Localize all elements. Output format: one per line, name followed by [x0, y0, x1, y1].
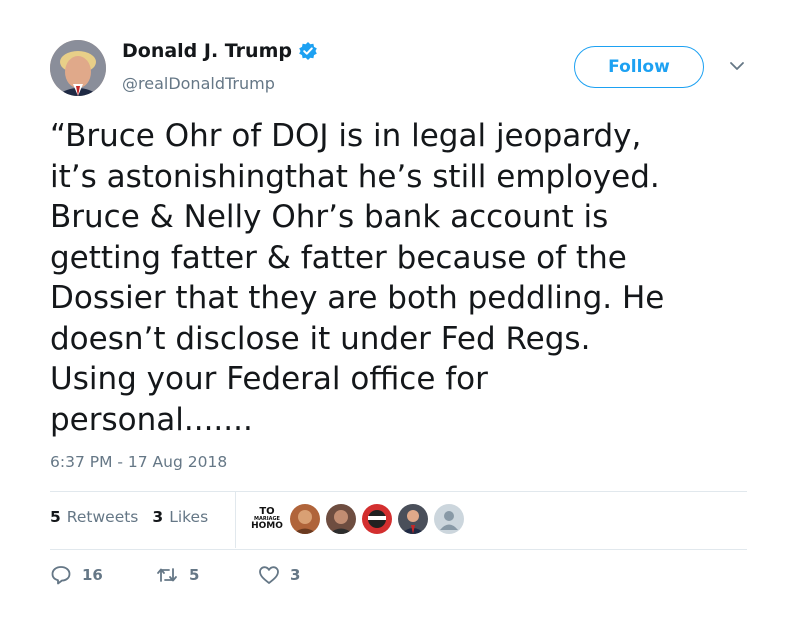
liker-avatar[interactable]: [290, 504, 320, 534]
like-count: 3: [290, 566, 301, 584]
liker-avatars: TO MARIAGE HOMO: [248, 504, 470, 534]
tweet-stats: 5 Retweets 3 Likes: [50, 508, 208, 526]
like-button[interactable]: 3: [258, 565, 300, 585]
retweets-count: 5: [50, 508, 61, 526]
liker-avatar[interactable]: [398, 504, 428, 534]
likes-stat[interactable]: 3 Likes: [152, 508, 208, 526]
divider-bottom: [50, 549, 747, 550]
author-display-name[interactable]: Donald J. Trump: [122, 40, 292, 62]
tweet-text: “Bruce Ohr of DOJ is in legal jeopardy, …: [50, 118, 665, 438]
retweet-icon: [157, 568, 177, 582]
author-name-row: Donald J. Trump: [122, 40, 318, 62]
follow-button[interactable]: Follow: [574, 46, 704, 88]
retweet-count: 5: [189, 566, 200, 584]
retweets-label: Retweets: [66, 508, 139, 526]
liker-avatar-default[interactable]: [434, 504, 464, 534]
reply-button[interactable]: 16: [50, 565, 155, 585]
stats-separator: [235, 492, 236, 548]
author-avatar[interactable]: [50, 40, 106, 96]
retweets-stat[interactable]: 5 Retweets: [50, 508, 138, 526]
verified-badge-icon: [298, 41, 318, 61]
likes-count: 3: [152, 508, 164, 526]
liker-avatar[interactable]: [362, 504, 392, 534]
chevron-down-icon[interactable]: [727, 58, 747, 72]
retweet-button[interactable]: 5: [155, 565, 258, 585]
heart-icon: [259, 566, 279, 584]
tweet-card: Donald J. Trump @realDonaldTrump Follow …: [0, 0, 798, 626]
likes-label: Likes: [169, 508, 209, 526]
tweet-timestamp[interactable]: 6:37 PM - 17 Aug 2018: [50, 453, 227, 471]
reply-icon: [51, 566, 71, 585]
liker-avatar[interactable]: TO MARIAGE HOMO: [248, 504, 286, 534]
author-handle[interactable]: @realDonaldTrump: [122, 74, 275, 93]
tweet-actions: 16 5 3: [50, 565, 300, 585]
liker-avatar[interactable]: [326, 504, 356, 534]
reply-count: 16: [82, 566, 103, 584]
divider-top: [50, 491, 747, 492]
